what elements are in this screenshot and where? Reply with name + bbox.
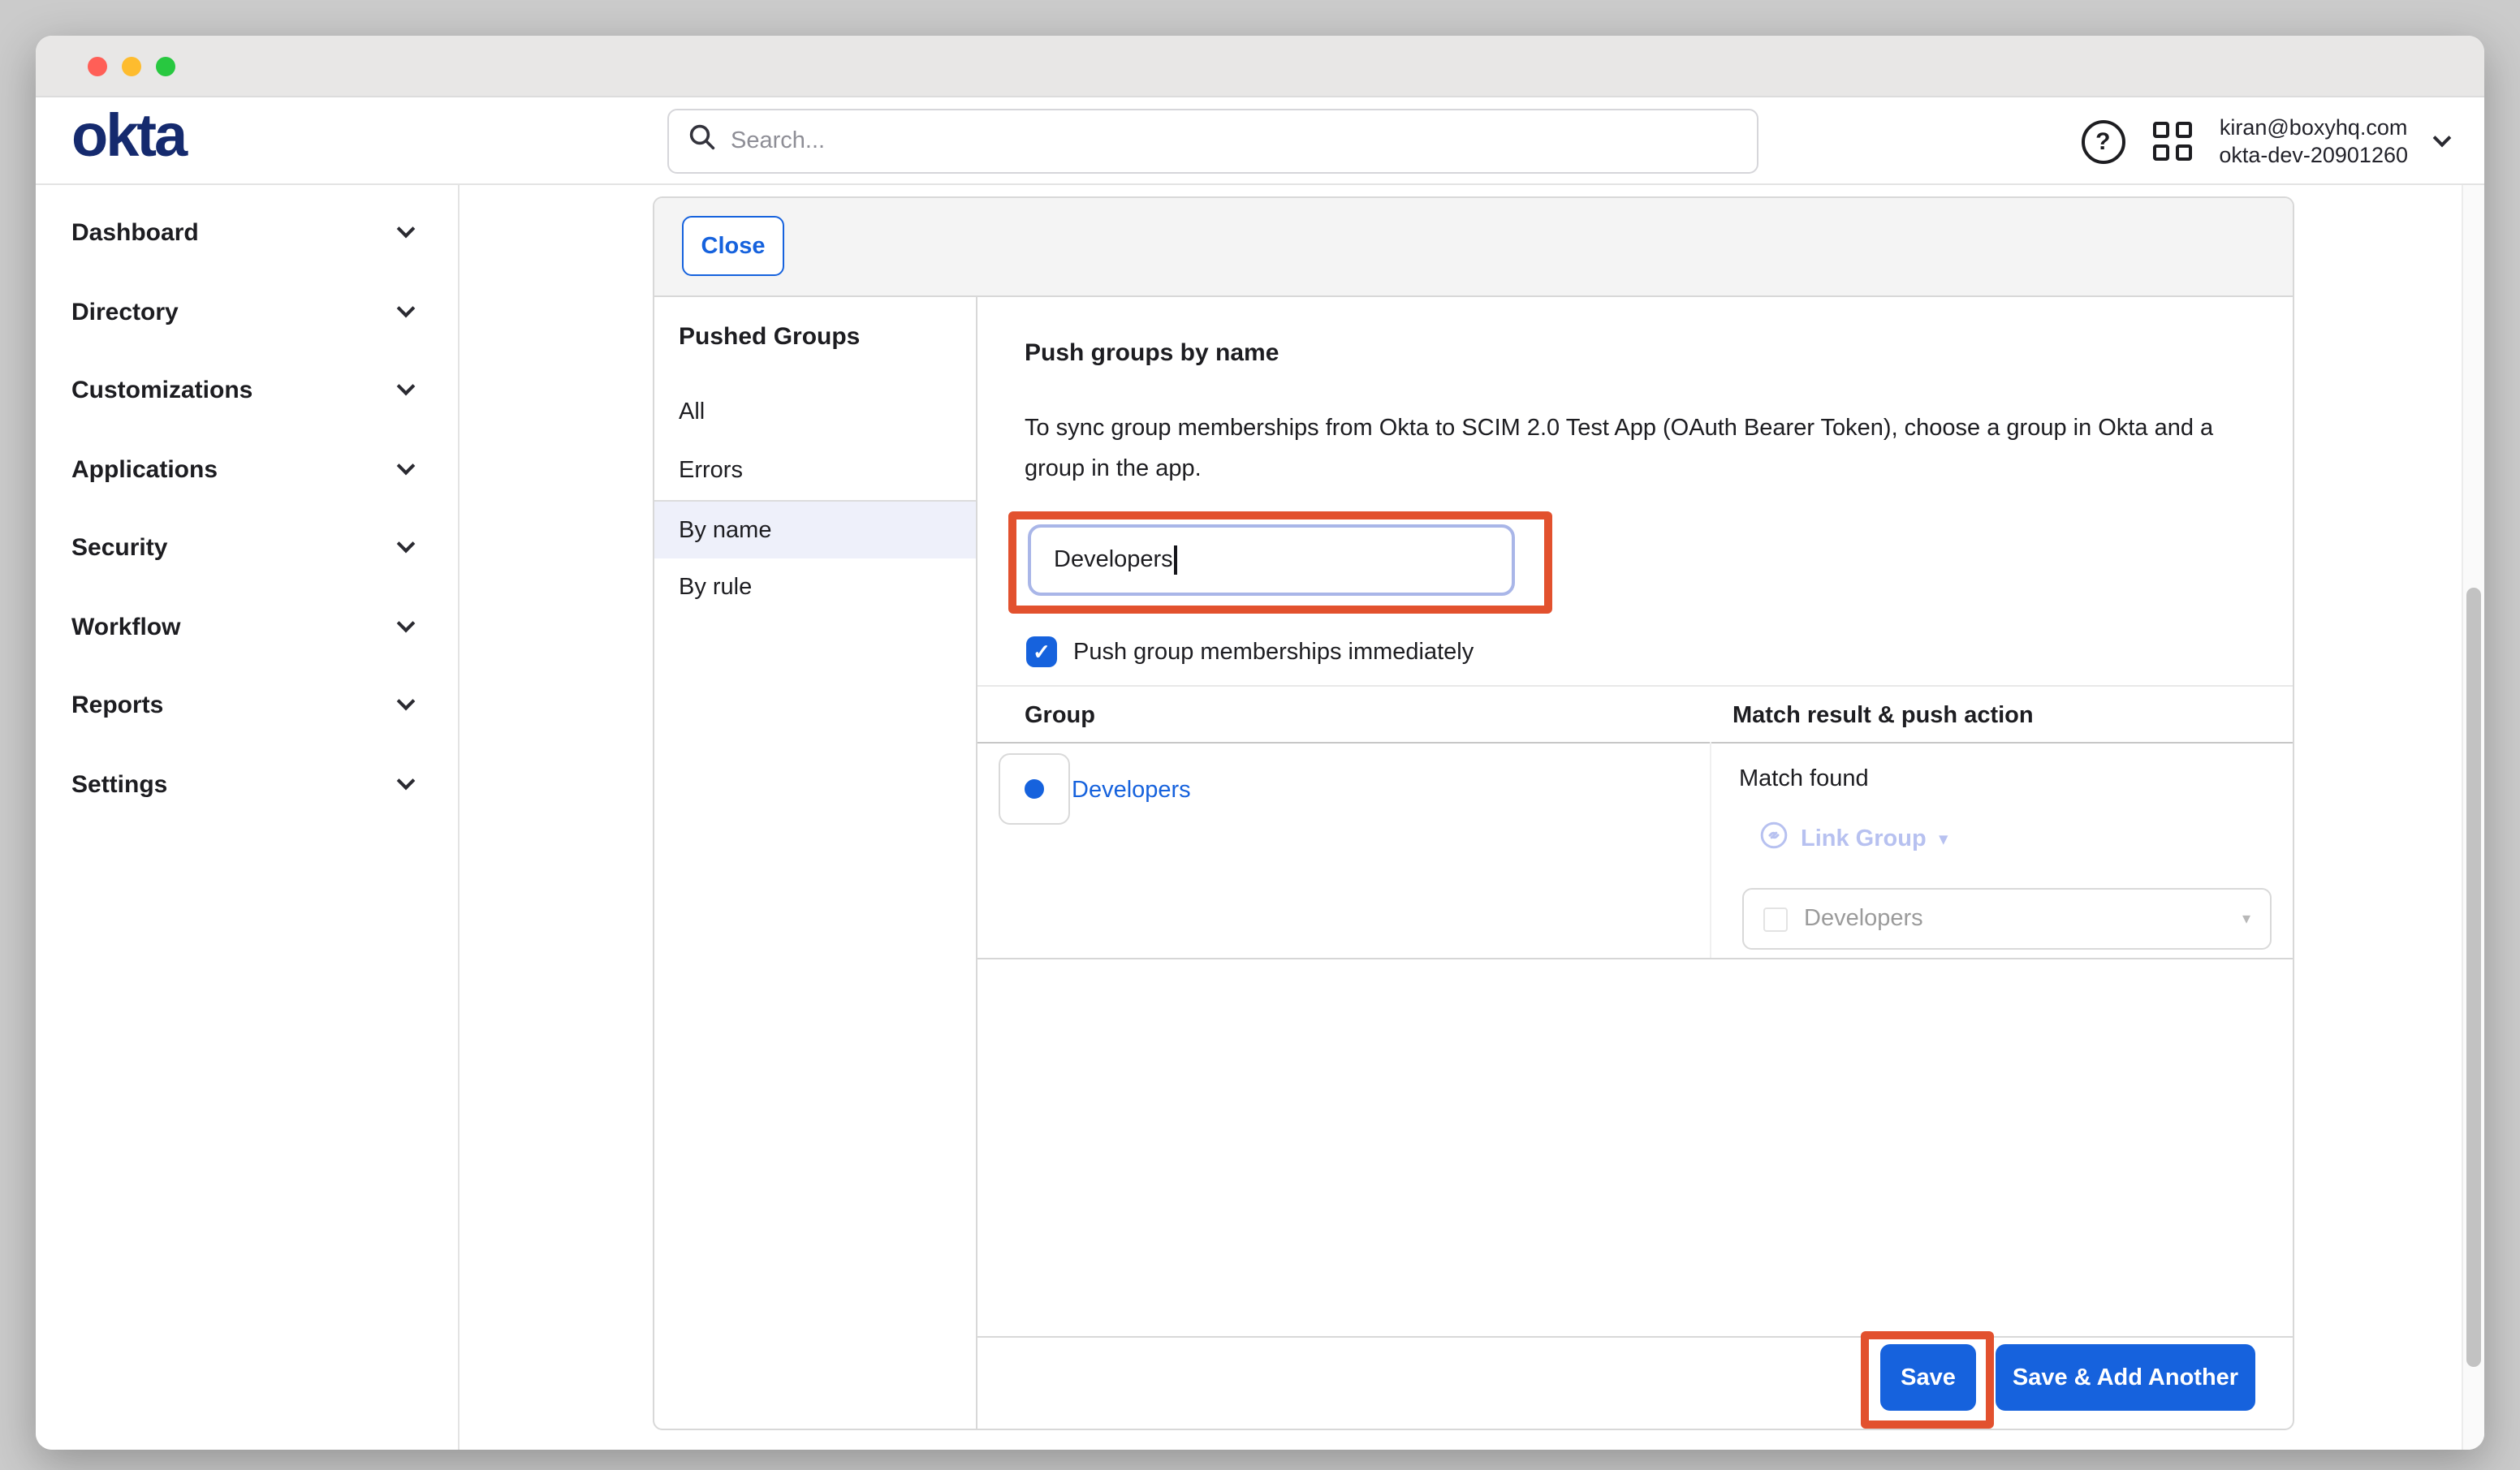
user-email: kiran@boxyhq.com — [2219, 114, 2408, 141]
search-input[interactable] — [731, 128, 1737, 154]
maximize-window-button[interactable] — [156, 56, 175, 75]
sidebar-item-settings[interactable]: Settings — [36, 745, 458, 823]
chevron-down-icon[interactable] — [2433, 129, 2452, 148]
push-groups-panel: Close Pushed Groups All Errors By name B… — [653, 196, 2294, 1430]
group-name-input[interactable]: Developers — [1028, 524, 1515, 596]
caret-down-icon: ▾ — [1940, 830, 1948, 848]
table-header-border — [977, 742, 2293, 744]
subnav-item-errors[interactable]: Errors — [654, 442, 976, 500]
app-header: okta ? kiran@boxyhq.com okta-dev-2090126… — [36, 97, 2484, 185]
main-content-area: Close Pushed Groups All Errors By name B… — [460, 185, 2484, 1450]
group-name-input-value: Developers — [1054, 547, 1173, 573]
save-button[interactable]: Save — [1880, 1344, 1976, 1411]
link-group-button[interactable]: Link Group ▾ — [1760, 821, 1948, 856]
table-cell-divider — [1710, 742, 1711, 958]
desktop-background: okta ? kiran@boxyhq.com okta-dev-2090126… — [0, 0, 2520, 1470]
scrollbar-track[interactable] — [2462, 185, 2484, 1450]
description-text: To sync group memberships from Okta to S… — [1025, 409, 2213, 490]
link-group-label: Link Group — [1801, 826, 1927, 851]
help-icon[interactable]: ? — [2081, 119, 2125, 163]
org-name: okta-dev-20901260 — [2219, 141, 2408, 169]
chevron-down-icon — [397, 377, 416, 395]
checkmark-icon: ✓ — [1033, 641, 1051, 662]
group-logo-icon — [1025, 779, 1044, 799]
match-result-text: Match found — [1739, 766, 1869, 792]
subnav-item-all[interactable]: All — [654, 383, 976, 442]
app-group-value: Developers — [1804, 906, 2226, 932]
sidebar-item-security[interactable]: Security — [36, 508, 458, 586]
push-immediately-label: Push group memberships immediately — [1073, 636, 1474, 667]
sidebar-nav: Dashboard Directory Customizations Appli… — [36, 185, 460, 1450]
chevron-down-icon — [397, 614, 416, 632]
search-icon — [688, 123, 716, 159]
subnav-item-by-rule[interactable]: By rule — [654, 558, 976, 617]
table-header-match: Match result & push action — [1732, 703, 2034, 729]
chevron-down-icon — [397, 456, 416, 475]
okta-logo: okta — [71, 102, 185, 170]
page-title: Push groups by name — [1025, 339, 1279, 367]
window-titlebar — [36, 36, 2484, 97]
save-add-another-button[interactable]: Save & Add Another — [1996, 1344, 2255, 1411]
push-immediately-checkbox[interactable]: ✓ — [1026, 636, 1057, 667]
search-box[interactable] — [667, 109, 1758, 174]
scrollbar-thumb[interactable] — [2466, 588, 2481, 1367]
user-account-menu[interactable]: kiran@boxyhq.com okta-dev-20901260 — [2219, 114, 2408, 169]
table-row-border — [977, 958, 2293, 959]
sidebar-item-workflow[interactable]: Workflow — [36, 588, 458, 666]
sidebar-item-applications[interactable]: Applications — [36, 430, 458, 508]
header-right-controls: ? kiran@boxyhq.com okta-dev-20901260 — [2081, 97, 2449, 185]
section-divider — [977, 685, 2293, 687]
group-name-link[interactable]: Developers — [1072, 778, 1191, 804]
chevron-down-icon — [397, 692, 416, 710]
sidebar-item-customizations[interactable]: Customizations — [36, 351, 458, 429]
minimize-window-button[interactable] — [122, 56, 141, 75]
panel-header: Close — [654, 198, 2293, 297]
subnav-item-by-name[interactable]: By name — [654, 500, 976, 558]
chevron-down-icon — [397, 771, 416, 790]
sidebar-item-reports[interactable]: Reports — [36, 666, 458, 744]
close-window-button[interactable] — [88, 56, 107, 75]
group-placeholder-icon — [1763, 907, 1788, 931]
apps-grid-icon[interactable] — [2152, 122, 2191, 161]
caret-down-icon: ▾ — [2242, 910, 2250, 928]
pushed-groups-subnav: Pushed Groups All Errors By name By rule — [654, 297, 977, 1429]
chevron-down-icon — [397, 534, 416, 553]
table-header-group: Group — [1025, 703, 1095, 729]
app-group-dropdown[interactable]: Developers ▾ — [1742, 888, 2272, 950]
sidebar-item-directory[interactable]: Directory — [36, 273, 458, 351]
pushed-groups-title: Pushed Groups — [679, 323, 860, 351]
footer-divider — [977, 1336, 2293, 1338]
close-button[interactable]: Close — [682, 216, 784, 276]
link-icon — [1760, 821, 1788, 856]
group-icon-tile — [999, 753, 1070, 825]
text-cursor — [1175, 545, 1177, 575]
chevron-down-icon — [397, 299, 416, 317]
sidebar-item-dashboard[interactable]: Dashboard — [36, 193, 458, 271]
browser-window: okta ? kiran@boxyhq.com okta-dev-2090126… — [36, 36, 2484, 1450]
chevron-down-icon — [397, 219, 416, 238]
